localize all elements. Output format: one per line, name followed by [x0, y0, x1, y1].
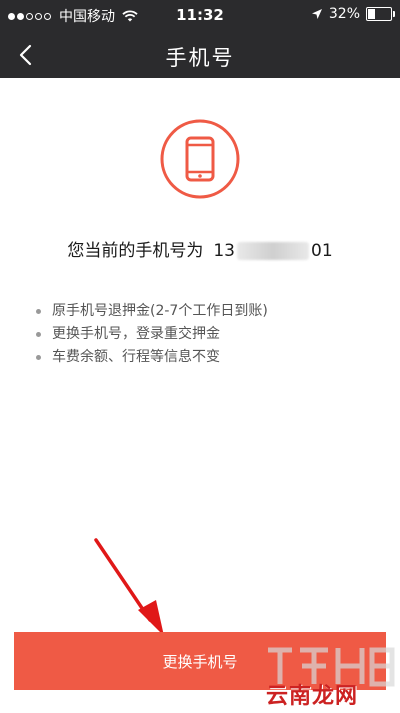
phone-number-value: 13 01 — [213, 241, 332, 261]
list-item: 更换手机号，登录重交押金 — [34, 323, 268, 346]
location-arrow-icon — [311, 9, 322, 19]
list-item-text: 更换手机号，登录重交押金 — [52, 326, 220, 342]
phone-number-prefix: 13 — [213, 241, 235, 261]
status-right: 32% — [311, 6, 395, 22]
status-bar: 中国移动 11:32 32% — [0, 0, 400, 32]
watermark-text: 云南龙网 — [266, 683, 359, 708]
list-item: 原手机号退押金(2-7个工作日到账) — [34, 300, 268, 323]
list-item-text: 原手机号退押金(2-7个工作日到账) — [52, 303, 268, 319]
bullet-icon — [36, 309, 41, 314]
current-number-label: 您当前的手机号为 — [67, 241, 204, 261]
list-item-text: 车费余额、行程等信息不变 — [52, 349, 220, 365]
current-number-line: 您当前的手机号为 13 01 — [0, 236, 400, 261]
bullet-icon — [36, 355, 41, 360]
battery-percent: 32% — [328, 6, 360, 22]
annotation-arrow-icon — [94, 538, 164, 636]
page-title: 手机号 — [165, 46, 235, 70]
phone-number-suffix: 01 — [311, 241, 333, 261]
navigation-bar: 手机号 — [0, 32, 400, 78]
info-list: 原手机号退押金(2-7个工作日到账) 更换手机号，登录重交押金 车费余额、行程等… — [34, 300, 268, 369]
phone-number-redaction — [237, 242, 309, 260]
bullet-icon — [36, 332, 41, 337]
app-screen: 中国移动 11:32 32% 手机号 您当前的手机号为 13 01 原手机号退押… — [0, 0, 400, 713]
list-item: 车费余额、行程等信息不变 — [34, 346, 268, 369]
phone-icon — [160, 119, 240, 199]
battery-icon — [366, 7, 395, 21]
